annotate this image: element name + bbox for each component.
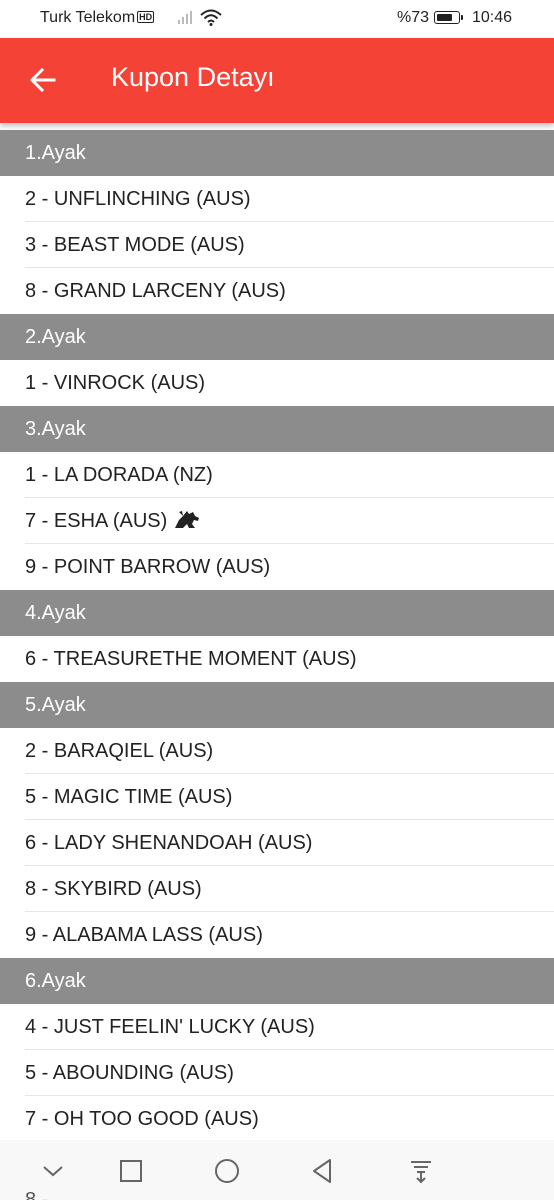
runner-label: 9 - ALABAMA LASS (AUS) [25,924,263,946]
square-icon[interactable] [116,1156,146,1186]
notification-pull-icon[interactable] [406,1156,436,1186]
runner-label: 8 - GRAND LARCENY (AUS) [25,280,286,302]
runner-item[interactable]: 8 - SKYBIRD (AUS) [0,866,554,912]
leg-header: 6.Ayak [0,958,554,1004]
runner-item[interactable]: 2 - BARAQIEL (AUS) [0,728,554,774]
partially-hidden-list-item: 8 - ... [25,1189,71,1200]
runner-label: 8 - SKYBIRD (AUS) [25,878,202,900]
runner-item[interactable]: 9 - ALABAMA LASS (AUS) [0,912,554,958]
runner-item[interactable]: 7 - OH TOO GOOD (AUS) [0,1096,554,1142]
leg-header: 4.Ayak [0,590,554,636]
runner-label: 6 - LADY SHENANDOAH (AUS) [25,832,313,854]
wifi-icon [200,9,222,31]
runner-item[interactable]: 5 - ABOUNDING (AUS) [0,1050,554,1096]
runner-label: 1 - VINROCK (AUS) [25,372,206,394]
page-title: Kupon Detayı [111,62,275,92]
status-bar: Turk Telekom HD %73 10:46 [0,0,554,38]
app-bar: Kupon Detayı [0,38,554,123]
system-nav-bar [0,1140,554,1200]
runner-label: 7 - ESHA (AUS) [25,510,168,532]
coupon-detail-list: 1.Ayak 2 - UNFLINCHING (AUS) 3 - BEAST MOD… [0,130,554,1142]
runner-label: 1 - LA DORADA (NZ) [25,464,213,486]
runner-label: 6 - TREASURETHE MOMENT (AUS) [25,648,357,670]
runner-label: 3 - BEAST MODE (AUS) [25,234,245,256]
runner-item[interactable]: 5 - MAGIC TIME (AUS) [0,774,554,820]
runner-item[interactable]: 9 - POINT BARROW (AUS) [0,544,554,590]
battery-percent: %73 [397,9,430,26]
runner-label: 4 - JUST FEELIN' LUCKY (AUS) [25,1016,315,1038]
hd-badge: HD [137,11,155,23]
runner-item[interactable]: 6 - LADY SHENANDOAH (AUS) [0,820,554,866]
runner-item[interactable]: 8 - GRAND LARCENY (AUS) [0,268,554,314]
runner-item[interactable]: 3 - BEAST MODE (AUS) [0,222,554,268]
clock: 10:46 [472,9,513,26]
leg-header: 3.Ayak [0,406,554,452]
signal-icon [178,10,194,29]
runner-item[interactable]: 6 - TREASURETHE MOMENT (AUS) [0,636,554,682]
leg-header: 1.Ayak [0,130,554,176]
runner-item[interactable]: 1 - LA DORADA (NZ) [0,452,554,498]
triangle-back-icon[interactable] [307,1156,337,1186]
runner-item[interactable]: 2 - UNFLINCHING (AUS) [0,176,554,222]
runner-item[interactable]: 7 - ESHA (AUS) [0,498,554,544]
arrow-left-icon[interactable] [26,63,60,97]
leg-header: 5.Ayak [0,682,554,728]
runner-item[interactable]: 1 - VINROCK (AUS) [0,360,554,406]
runner-label: 5 - ABOUNDING (AUS) [25,1062,234,1084]
circle-icon[interactable] [212,1156,242,1186]
runner-label: 2 - BARAQIEL (AUS) [25,740,214,762]
horse-icon [173,501,201,547]
leg-header: 2.Ayak [0,314,554,360]
runner-label: 2 - UNFLINCHING (AUS) [25,188,251,210]
carrier-name: Turk Telekom HD [40,9,155,26]
battery-icon [434,11,463,24]
runner-label: 9 - POINT BARROW (AUS) [25,556,271,578]
runner-item[interactable]: 4 - JUST FEELIN' LUCKY (AUS) [0,1004,554,1050]
runner-label: 5 - MAGIC TIME (AUS) [25,786,233,808]
runner-label: 7 - OH TOO GOOD (AUS) [25,1108,259,1130]
